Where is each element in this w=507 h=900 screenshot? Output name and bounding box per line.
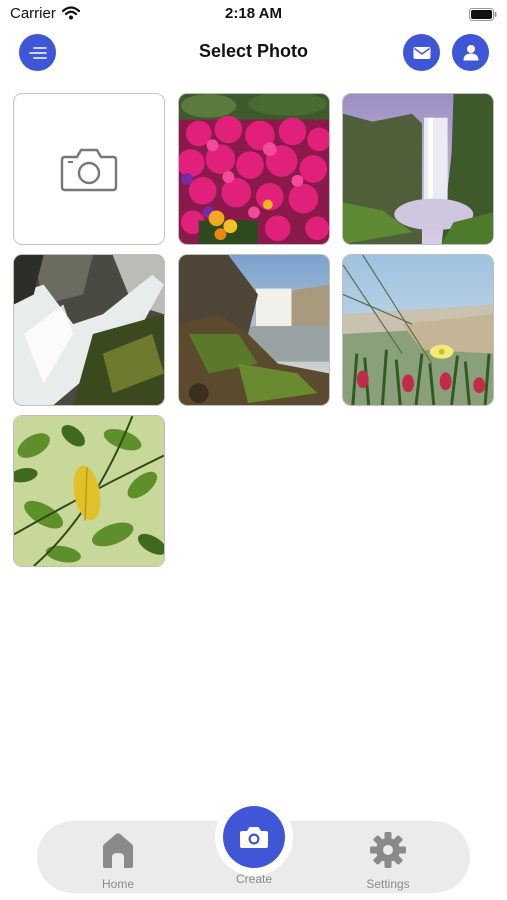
home-icon — [103, 833, 133, 868]
tab-home[interactable]: Home — [95, 831, 141, 891]
photo-tile[interactable] — [178, 254, 330, 406]
photo-tile[interactable] — [13, 415, 165, 567]
photo-thumbnail — [179, 94, 329, 244]
photo-tile[interactable] — [342, 254, 494, 406]
photo-thumbnail — [14, 416, 164, 566]
camera-outline-icon — [60, 148, 118, 192]
photo-tile[interactable] — [178, 93, 330, 245]
gear-icon — [370, 832, 406, 868]
camera-icon — [240, 827, 268, 848]
tab-create-label: Create — [235, 872, 273, 886]
create-button-ring — [215, 798, 293, 876]
photo-thumbnail — [343, 255, 493, 405]
tab-home-label: Home — [101, 877, 134, 891]
person-icon — [463, 45, 478, 61]
status-bar: Carrier 2:18 AM — [0, 0, 507, 28]
photo-grid — [13, 93, 495, 568]
photo-thumbnail — [14, 255, 164, 405]
profile-button[interactable] — [452, 34, 489, 71]
tab-settings-label: Settings — [366, 877, 410, 891]
status-time: 2:18 AM — [225, 5, 282, 22]
photo-thumbnail — [343, 94, 493, 244]
mail-button[interactable] — [403, 34, 440, 71]
battery-icon — [469, 8, 497, 21]
photo-thumbnail — [179, 255, 329, 405]
photo-tile[interactable] — [342, 93, 494, 245]
photo-tile[interactable] — [13, 254, 165, 406]
header: Select Photo — [0, 30, 507, 76]
take-photo-tile[interactable] — [13, 93, 165, 245]
mail-icon — [413, 46, 430, 59]
create-button[interactable] — [223, 806, 285, 868]
tab-settings[interactable]: Settings — [362, 831, 414, 891]
